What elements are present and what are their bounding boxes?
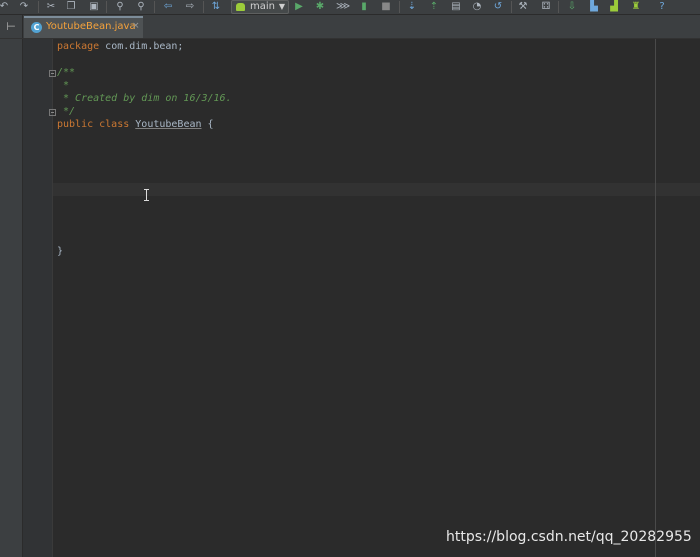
code-line-comment-open[interactable]: /**: [57, 67, 75, 79]
replace-icon[interactable]: ⚲: [135, 1, 147, 13]
help-icon[interactable]: ?: [656, 1, 668, 13]
package-name: com.dim.bean;: [99, 41, 184, 52]
sdk-manager-icon[interactable]: ⚃: [540, 1, 552, 13]
redo-icon[interactable]: ↷: [18, 1, 30, 13]
text-cursor-icon: [144, 189, 149, 201]
code-line-class-declaration[interactable]: public class YoutubeBean {: [57, 119, 214, 131]
vcs-history-icon[interactable]: ◔: [471, 1, 483, 13]
right-margin-guide: [655, 39, 656, 557]
coverage-icon[interactable]: ▮: [358, 1, 370, 13]
keyword: package: [57, 41, 100, 52]
debug-icon[interactable]: ✱: [314, 1, 326, 13]
fold-toggle-icon[interactable]: [49, 70, 56, 77]
tab-youtubebean-java[interactable]: C YoutubeBean.java ×: [24, 16, 143, 38]
android-monitor-icon[interactable]: ▙: [588, 1, 600, 13]
paste-icon[interactable]: ▣: [88, 1, 100, 13]
code-line-comment-close[interactable]: */: [57, 106, 75, 118]
cut-icon[interactable]: ✂: [45, 1, 57, 13]
run-configuration-dropdown[interactable]: main ▼: [231, 0, 289, 14]
close-icon[interactable]: ×: [132, 21, 140, 31]
current-line-highlight: [53, 183, 700, 196]
run-icon[interactable]: ▶: [293, 1, 305, 13]
make-project-icon[interactable]: ⇅: [210, 1, 222, 13]
undo-icon[interactable]: ↶: [0, 1, 10, 13]
watermark: https://blog.csdn.net/qq_20282955: [446, 529, 692, 545]
find-icon[interactable]: ⚲: [114, 1, 126, 13]
vcs-update-icon[interactable]: ⇣: [406, 1, 418, 13]
gradle-sync-icon[interactable]: ⇩: [566, 1, 578, 13]
copy-icon[interactable]: ❐: [65, 1, 77, 13]
forward-icon[interactable]: ⇨: [184, 1, 196, 13]
android-device-icon[interactable]: ♜: [630, 1, 642, 13]
back-icon[interactable]: ⇦: [162, 1, 174, 13]
android-icon: [236, 3, 245, 11]
avd-manager-icon[interactable]: ▟: [608, 1, 620, 13]
open-brace: {: [201, 119, 214, 130]
stop-icon[interactable]: ■: [380, 1, 392, 13]
code-line-comment-created[interactable]: * Created by dim on 16/3/16.: [57, 93, 232, 105]
code-line-closing-brace[interactable]: }: [57, 246, 63, 258]
project-structure-icon[interactable]: ⚒: [517, 1, 529, 13]
class-file-icon: C: [31, 22, 42, 33]
code-line-comment-star[interactable]: *: [57, 80, 69, 92]
editor-tab-bar: ⊢ C YoutubeBean.java ×: [0, 15, 700, 39]
code-line-package[interactable]: package com.dim.bean;: [57, 41, 183, 53]
fold-toggle-icon[interactable]: [49, 109, 56, 116]
tool-window-strip: [0, 39, 23, 557]
collapse-panel-icon[interactable]: ⊢: [0, 15, 23, 38]
main-toolbar: ↶ ↷ ✂ ❐ ▣ ⚲ ⚲ ⇦ ⇨ ⇅ main ▼ ▶ ✱ ⋙ ▮ ■ ⇣ ⇡…: [0, 0, 700, 15]
keyword: public class: [57, 119, 136, 130]
tab-label: YoutubeBean.java: [46, 21, 136, 32]
chevron-down-icon: ▼: [278, 2, 285, 11]
attach-debugger-icon[interactable]: ⋙: [336, 1, 350, 13]
vcs-revert-icon[interactable]: ↺: [492, 1, 504, 13]
run-config-label: main: [250, 1, 275, 12]
editor-gutter: [23, 39, 56, 557]
class-name: YoutubeBean: [135, 119, 202, 130]
vcs-compare-icon[interactable]: ▤: [450, 1, 462, 13]
vcs-commit-icon[interactable]: ⇡: [428, 1, 440, 13]
